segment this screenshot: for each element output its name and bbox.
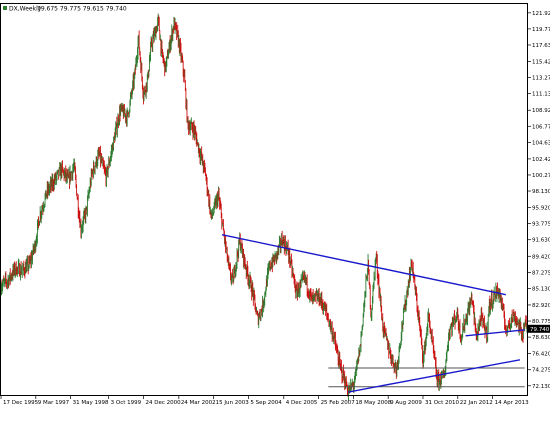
x-tick-label: 25 Feb 2007 — [321, 400, 356, 406]
y-tick-label: 78.630 — [532, 335, 550, 341]
y-tick-label: 80.775 — [532, 319, 550, 325]
x-tick-label: 9 Mar 1997 — [38, 400, 70, 406]
x-tick-label: 5 Sep 2004 — [250, 400, 282, 406]
y-tick-label: 121.920 — [532, 11, 550, 17]
current-price-marker: 79.740 — [528, 324, 550, 333]
chart-background — [0, 0, 550, 432]
y-tick-label: 93.775 — [532, 222, 550, 228]
x-tick-label: 18 May 2008 — [355, 400, 391, 406]
price-chart: 121.920 119.775 117.630 115.420 113.275 111.1… — [0, 0, 550, 432]
y-tick-label: 119.775 — [532, 27, 550, 33]
current-price-label: 79.740 — [530, 327, 550, 333]
y-tick-label: 85.130 — [532, 286, 550, 292]
y-tick-label: 106.775 — [532, 124, 550, 130]
x-tick-label: 3 Oct 1999 — [111, 400, 142, 406]
ohlc-values: 79.675 79.775 79.615 79.740 — [37, 6, 127, 13]
x-tick-label: 22 Jan 2012 — [460, 400, 493, 406]
y-tick-label: 72.130 — [532, 384, 550, 390]
y-tick-label: 82.920 — [532, 303, 550, 309]
symbol-icon — [3, 6, 7, 10]
y-tick-label: 113.275 — [532, 76, 550, 82]
y-tick-label: 95.920 — [532, 206, 550, 212]
x-tick-label: 31 Oct 2010 — [425, 400, 460, 406]
y-tick-label: 89.420 — [532, 254, 550, 260]
y-tick-label: 104.630 — [532, 140, 550, 146]
x-tick-label: 4 Dec 2005 — [286, 400, 318, 406]
y-tick-label: 115.420 — [532, 60, 550, 66]
x-tick-label: 17 Dec 1995 — [3, 400, 39, 406]
y-tick-label: 74.275 — [532, 368, 550, 374]
y-tick-label: 102.420 — [532, 157, 550, 163]
y-tick-label: 108.920 — [532, 108, 550, 114]
y-tick-label: 87.275 — [532, 270, 550, 276]
x-tick-label: 14 Apr 2013 — [495, 400, 530, 406]
x-tick-label: 31 May 1998 — [73, 400, 109, 406]
x-tick-label: 15 Jun 2003 — [216, 400, 250, 406]
y-tick-label: 100.275 — [532, 173, 550, 179]
y-tick-label: 98.130 — [532, 189, 550, 195]
x-tick-label: 24 Dec 2000 — [145, 400, 181, 406]
x-tick-label: 24 Mar 2002 — [181, 400, 216, 406]
y-tick-label: 117.630 — [532, 43, 550, 49]
x-tick-label: 9 Aug 2009 — [390, 400, 422, 406]
chart-header: DX,Weekly 79.675 79.775 79.615 79.740 — [3, 6, 127, 13]
y-tick-label: 91.630 — [532, 238, 550, 244]
y-tick-label: 111.130 — [532, 92, 550, 98]
y-tick-label: 76.420 — [532, 352, 550, 358]
